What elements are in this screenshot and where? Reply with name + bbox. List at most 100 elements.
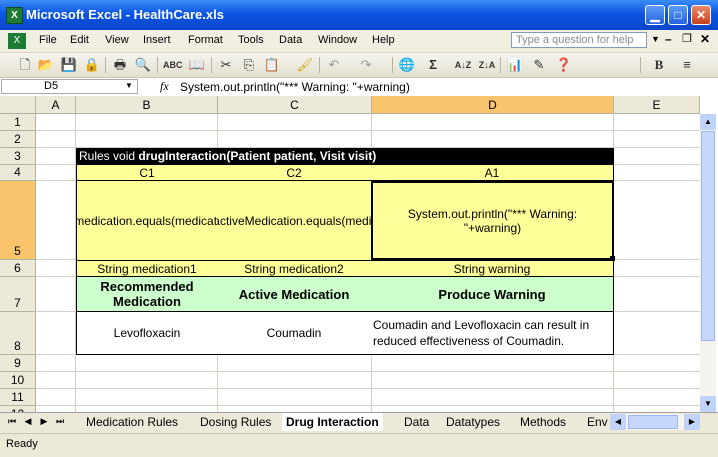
excel-app-icon[interactable]: X: [6, 7, 23, 24]
menu-edit[interactable]: Edit: [70, 34, 89, 46]
merge-center-icon[interactable]: ≡: [678, 56, 696, 74]
menu-data[interactable]: Data: [279, 34, 302, 46]
insert-function-icon[interactable]: fx: [160, 79, 169, 94]
param-medication1[interactable]: String medication1: [76, 260, 218, 277]
row-header-9[interactable]: 9: [0, 355, 36, 372]
tab-medication-rules[interactable]: Medication Rules: [86, 413, 178, 431]
sort-descending-icon[interactable]: Z↓A: [478, 56, 496, 74]
row-header-10[interactable]: 10: [0, 372, 36, 389]
tab-datatypes[interactable]: Datatypes: [446, 413, 500, 431]
row-header-3[interactable]: 3: [0, 148, 36, 165]
doc-close-icon[interactable]: ✕: [700, 32, 710, 46]
menu-window[interactable]: Window: [318, 34, 357, 46]
row-header-4[interactable]: 4: [0, 165, 36, 181]
tab-env[interactable]: Env: [587, 413, 608, 431]
name-box-dropdown-icon[interactable]: ▼: [125, 81, 133, 90]
row-header-2[interactable]: 2: [0, 131, 36, 148]
value-warning-message[interactable]: Coumadin and Levofloxacin can result in …: [371, 312, 614, 355]
open-icon[interactable]: 📂: [37, 56, 55, 74]
print-preview-icon[interactable]: 🔍: [134, 56, 152, 74]
save-icon[interactable]: 💾: [60, 56, 78, 74]
vertical-scroll-thumb[interactable]: [701, 131, 715, 341]
menu-file[interactable]: File: [39, 34, 57, 46]
value-recommended-medication[interactable]: Levofloxacin: [76, 312, 218, 355]
action-id-a1[interactable]: A1: [371, 165, 614, 181]
worksheet-grid[interactable]: A B C D E 1 2 3 4 5 6 7 8 9 10 11 12 Rul…: [0, 96, 718, 412]
chart-wizard-icon[interactable]: 📊: [506, 56, 524, 74]
paste-icon[interactable]: 📋: [263, 56, 281, 74]
tab-data[interactable]: Data: [404, 413, 429, 431]
rules-title-cell[interactable]: Rules void drugInteraction(Patient patie…: [76, 148, 614, 165]
workbook-icon[interactable]: X: [8, 33, 26, 49]
condition-id-c2[interactable]: C2: [217, 165, 372, 181]
prev-sheet-icon[interactable]: ◀: [22, 416, 34, 427]
help-dropdown-icon[interactable]: ▼: [651, 34, 660, 44]
vertical-scrollbar[interactable]: ▲ ▼: [700, 114, 716, 412]
scroll-down-icon[interactable]: ▼: [700, 396, 716, 412]
scroll-right-icon[interactable]: ▶: [684, 414, 700, 430]
scroll-up-icon[interactable]: ▲: [700, 114, 716, 130]
menu-format[interactable]: Format: [188, 34, 223, 46]
param-medication2[interactable]: String medication2: [217, 260, 372, 277]
row-header-6[interactable]: 6: [0, 260, 36, 277]
row-header-1[interactable]: 1: [0, 114, 36, 131]
tab-drug-interaction[interactable]: Drug Interaction: [282, 413, 383, 431]
spelling-icon[interactable]: ABC: [163, 56, 183, 74]
bold-icon[interactable]: B: [650, 56, 668, 74]
next-sheet-icon[interactable]: ▶: [38, 416, 50, 427]
row-header-7[interactable]: 7: [0, 277, 36, 312]
format-painter-icon[interactable]: 🖌: [296, 56, 314, 74]
menu-insert[interactable]: Insert: [143, 34, 171, 46]
tab-dosing-rules[interactable]: Dosing Rules: [200, 413, 271, 431]
doc-restore-icon[interactable]: ❐: [682, 32, 692, 45]
row-header-8[interactable]: 8: [0, 312, 36, 355]
param-warning[interactable]: String warning: [371, 260, 614, 277]
column-header-b[interactable]: B: [76, 96, 218, 114]
menu-tools[interactable]: Tools: [238, 34, 264, 46]
condition-expression-c2[interactable]: patient.activeMedication.equals(medicati…: [217, 181, 372, 260]
hyperlink-icon[interactable]: 🌐: [398, 56, 416, 74]
redo-icon[interactable]: ↷: [357, 56, 375, 74]
cut-icon[interactable]: ✂: [217, 56, 235, 74]
label-active-medication[interactable]: Active Medication: [217, 277, 372, 312]
column-header-c[interactable]: C: [218, 96, 372, 114]
column-header-e[interactable]: E: [614, 96, 700, 114]
name-box[interactable]: D5: [1, 79, 138, 94]
horizontal-scrollbar[interactable]: ◀ ▶: [610, 414, 700, 430]
new-icon[interactable]: 🗋: [16, 56, 34, 74]
column-header-d[interactable]: D: [372, 96, 614, 114]
action-expression-a1[interactable]: System.out.println("*** Warning: "+warni…: [371, 181, 614, 260]
row-header-11[interactable]: 11: [0, 389, 36, 406]
select-all-corner[interactable]: [0, 96, 36, 114]
sort-ascending-icon[interactable]: A↓Z: [454, 56, 472, 74]
research-icon[interactable]: 📖: [188, 56, 206, 74]
minimize-button[interactable]: ▁: [645, 5, 665, 25]
help-icon[interactable]: ❓: [555, 56, 573, 74]
scroll-left-icon[interactable]: ◀: [610, 414, 626, 430]
label-produce-warning[interactable]: Produce Warning: [371, 277, 614, 312]
menu-view[interactable]: View: [105, 34, 129, 46]
tab-methods[interactable]: Methods: [520, 413, 566, 431]
condition-id-c1[interactable]: C1: [76, 165, 218, 181]
last-sheet-icon[interactable]: ⏭: [54, 416, 66, 427]
maximize-button[interactable]: □: [668, 5, 688, 25]
undo-icon[interactable]: ↶: [325, 56, 343, 74]
doc-minimize-icon[interactable]: –: [665, 32, 672, 46]
formula-input[interactable]: System.out.println("*** Warning: "+warni…: [180, 80, 410, 94]
condition-expression-c1[interactable]: visit.medication.equals(medication1): [76, 181, 218, 260]
print-icon[interactable]: 🖶: [111, 56, 129, 74]
first-sheet-icon[interactable]: ⏮: [6, 416, 18, 427]
copy-icon[interactable]: ⎘: [240, 56, 258, 74]
close-button[interactable]: ✕: [691, 5, 711, 25]
column-header-a[interactable]: A: [36, 96, 76, 114]
autosum-icon[interactable]: Σ: [424, 56, 442, 74]
help-search-input[interactable]: Type a question for help: [511, 32, 647, 48]
rules-signature: drugInteraction(Patient patient, Visit v…: [138, 149, 377, 163]
value-active-medication[interactable]: Coumadin: [217, 312, 372, 355]
row-header-5[interactable]: 5: [0, 181, 36, 260]
label-recommended-medication[interactable]: Recommended Medication: [76, 277, 218, 312]
permission-icon[interactable]: 🔒: [83, 56, 101, 74]
menu-help[interactable]: Help: [372, 34, 395, 46]
horizontal-scroll-thumb[interactable]: [628, 415, 678, 429]
drawing-icon[interactable]: ✎: [530, 56, 548, 74]
